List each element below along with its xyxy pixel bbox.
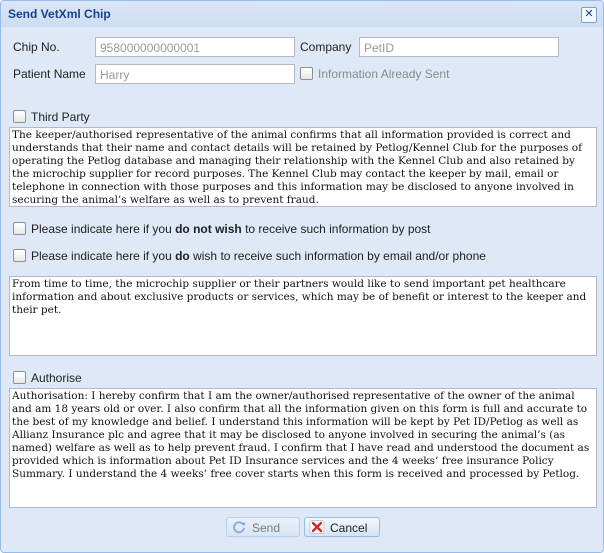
patient-name-label: Patient Name — [13, 67, 86, 81]
cancel-label: Cancel — [330, 521, 368, 535]
form-body: Chip No. 958000000000001 Company PetID P… — [7, 28, 597, 513]
title-bar[interactable]: Send VetXml Chip ✕ — [1, 1, 603, 27]
chip-no-label: Chip No. — [13, 40, 60, 54]
opt-out-post-label: Please indicate here if you do not wish … — [31, 222, 431, 236]
opt-in-email-label: Please indicate here if you do wish to r… — [31, 249, 486, 263]
dialog-title: Send VetXml Chip — [8, 7, 111, 21]
dialog-footer: Send Cancel — [1, 513, 603, 552]
marketing-textarea[interactable]: From time to time, the microchip supplie… — [9, 276, 597, 356]
company-label: Company — [300, 40, 352, 54]
third-party-label: Third Party — [31, 110, 90, 124]
company-field[interactable]: PetID — [359, 37, 559, 57]
authorise-label: Authorise — [31, 371, 82, 385]
cross-icon — [309, 520, 325, 534]
chip-no-field[interactable]: 958000000000001 — [95, 37, 295, 57]
send-vetxml-chip-dialog: Send VetXml Chip ✕ Chip No. 958000000000… — [0, 0, 604, 553]
patient-name-field[interactable]: Harry — [95, 64, 295, 84]
close-button[interactable]: ✕ — [581, 7, 597, 23]
send-label: Send — [252, 521, 281, 535]
third-party-textarea[interactable]: The keeper/authorised representative of … — [9, 127, 597, 207]
information-already-sent-label: Information Already Sent — [318, 67, 450, 81]
information-already-sent-checkbox[interactable] — [300, 67, 313, 80]
close-icon: ✕ — [584, 8, 594, 20]
cancel-button[interactable]: Cancel — [304, 517, 380, 537]
opt-out-post-checkbox[interactable] — [13, 222, 26, 235]
refresh-icon — [233, 521, 245, 534]
third-party-checkbox[interactable] — [13, 110, 26, 123]
authorise-checkbox[interactable] — [13, 371, 26, 384]
opt-in-email-checkbox[interactable] — [13, 249, 26, 262]
send-button[interactable]: Send — [226, 517, 300, 537]
authorise-textarea[interactable]: Authorisation: I hereby confirm that I a… — [9, 388, 597, 508]
